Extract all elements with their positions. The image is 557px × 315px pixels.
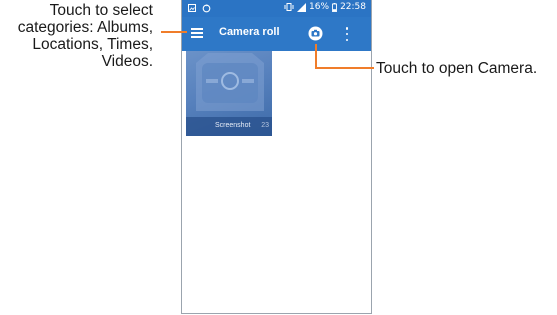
callout-lines — [161, 31, 374, 69]
camera-callout-leader — [315, 44, 374, 69]
